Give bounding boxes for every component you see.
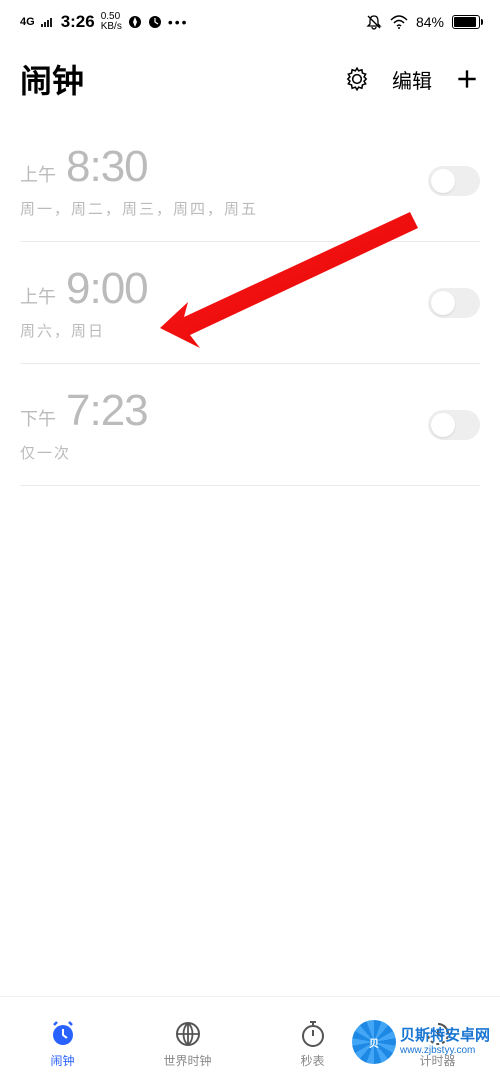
alarm-period: 下午 — [20, 405, 56, 431]
watermark-url: www.zjbstyy.com — [400, 1045, 490, 1056]
wifi-icon — [390, 15, 408, 29]
watermark-logo: 贝 — [352, 1020, 396, 1064]
nav-label: 世界时钟 — [163, 1052, 211, 1069]
alarm-content: 上午 9:00 周六，周日 — [20, 264, 148, 341]
alarm-time: 8:30 — [66, 142, 148, 192]
alarm-content: 下午 7:23 仅一次 — [20, 386, 148, 463]
more-icon: ••• — [168, 14, 189, 30]
nav-world-clock[interactable]: 世界时钟 — [125, 1020, 250, 1069]
alarm-content: 上午 8:30 周一，周二，周三，周四，周五 — [20, 142, 258, 219]
plus-icon — [454, 66, 480, 92]
bell-off-icon — [366, 14, 382, 30]
settings-button[interactable] — [344, 66, 370, 92]
clock-small-icon — [148, 15, 162, 29]
alarm-item[interactable]: 下午 7:23 仅一次 — [20, 364, 480, 486]
alarm-list: 上午 8:30 周一，周二，周三，周四，周五 上午 9:00 周六，周日 下午 … — [0, 120, 500, 486]
page-title: 闹钟 — [20, 56, 84, 102]
watermark: 贝 贝斯特安卓网 www.zjbstyy.com — [352, 1020, 490, 1064]
battery-pct: 84% — [416, 14, 444, 30]
alarm-item[interactable]: 上午 9:00 周六，周日 — [20, 242, 480, 364]
network-indicator: 4G — [20, 16, 35, 28]
header-actions: 编辑 — [344, 65, 480, 94]
status-right: 84% — [366, 14, 480, 30]
alarm-toggle[interactable] — [428, 166, 480, 196]
watermark-title: 贝斯特安卓网 — [400, 1028, 490, 1045]
alarm-repeat: 周一，周二，周三，周四，周五 — [20, 198, 258, 219]
alarm-item[interactable]: 上午 8:30 周一，周二，周三，周四，周五 — [20, 120, 480, 242]
nav-alarm[interactable]: 闹钟 — [0, 1020, 125, 1069]
compass-icon — [128, 15, 142, 29]
alarm-period: 上午 — [20, 283, 56, 309]
nav-label: 闹钟 — [50, 1052, 74, 1069]
battery-icon — [452, 15, 480, 29]
stopwatch-icon — [299, 1020, 327, 1048]
nav-label: 秒表 — [300, 1052, 324, 1069]
alarm-clock-icon — [49, 1020, 77, 1048]
add-alarm-button[interactable] — [454, 66, 480, 92]
alarm-repeat: 仅一次 — [20, 442, 148, 463]
status-bar: 4G 3:26 0.50 KB/s ••• 84% — [0, 0, 500, 44]
alarm-period: 上午 — [20, 161, 56, 187]
edit-button[interactable]: 编辑 — [392, 65, 432, 94]
app-header: 闹钟 编辑 — [0, 44, 500, 120]
alarm-time: 9:00 — [66, 264, 148, 314]
alarm-toggle[interactable] — [428, 410, 480, 440]
gear-icon — [344, 66, 370, 92]
alarm-repeat: 周六，周日 — [20, 320, 148, 341]
alarm-toggle[interactable] — [428, 288, 480, 318]
network-speed: 0.50 KB/s — [101, 12, 122, 32]
status-left: 4G 3:26 0.50 KB/s ••• — [20, 12, 189, 32]
alarm-time: 7:23 — [66, 386, 148, 436]
globe-icon — [174, 1020, 202, 1048]
status-time: 3:26 — [61, 12, 95, 32]
